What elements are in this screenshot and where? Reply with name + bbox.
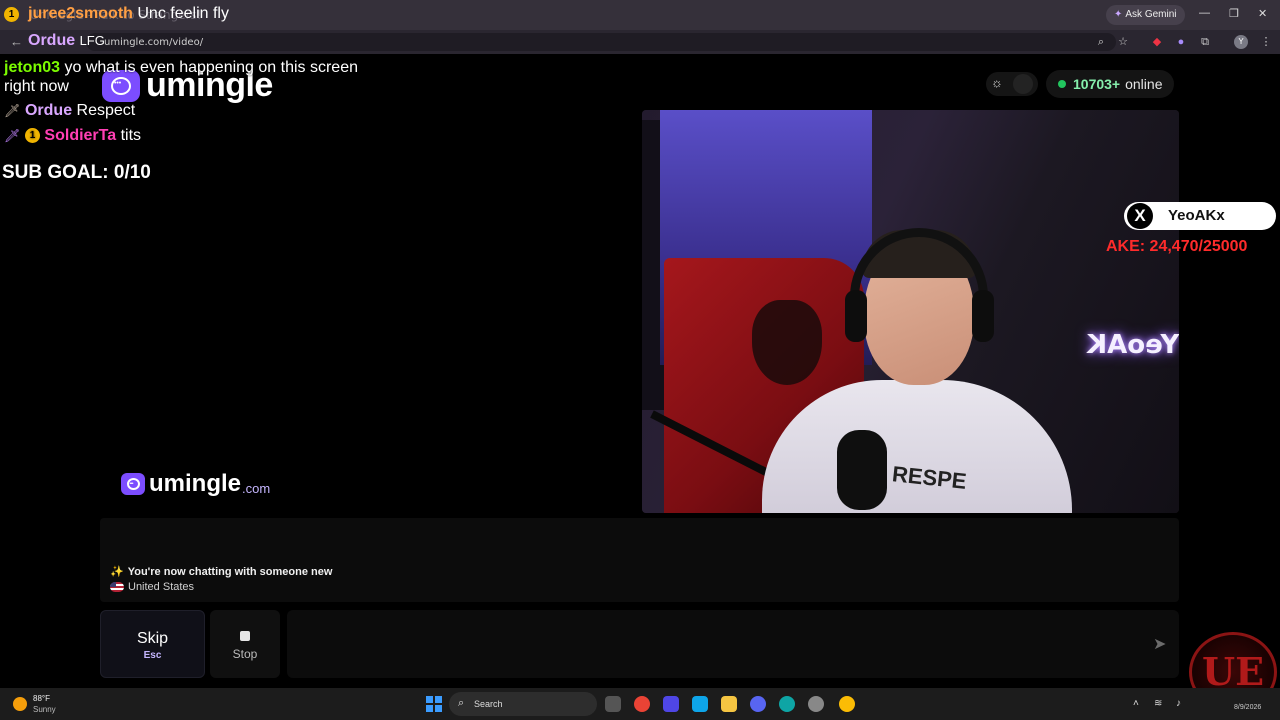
online-status-dot xyxy=(1058,80,1066,88)
wifi-icon[interactable]: ≋ xyxy=(1154,698,1162,709)
sub-goal: SUB GOAL: 0/10 xyxy=(2,162,151,183)
chat-message: tits xyxy=(120,127,142,144)
chat-username: Ordue xyxy=(28,32,76,49)
chrome-active-icon[interactable] xyxy=(839,696,855,712)
file-explorer-icon[interactable] xyxy=(721,696,737,712)
brand-name: umingle xyxy=(149,470,242,497)
zoom-icon[interactable]: ⌕ xyxy=(1093,34,1109,50)
chat-line: jeton03 yo what is even happening on thi… xyxy=(4,58,358,77)
stop-label: Stop xyxy=(232,647,258,661)
windows-start-icon[interactable] xyxy=(426,696,442,712)
site-logo-watermark: umingle .com xyxy=(121,470,270,498)
mic-icon[interactable]: ♪ xyxy=(1176,698,1181,709)
toggle-knob xyxy=(1013,74,1033,94)
skip-shortcut: Esc xyxy=(143,650,162,661)
skip-label: Skip xyxy=(136,630,169,647)
chat-username: SoldierTa xyxy=(44,127,117,144)
task-view-icon[interactable] xyxy=(605,696,621,712)
stop-button[interactable]: Stop xyxy=(210,610,280,678)
taskbar-search[interactable] xyxy=(449,692,597,716)
ask-gemini-label: Ask Gemini xyxy=(1125,9,1177,20)
obs-icon[interactable] xyxy=(808,696,824,712)
sword-badge-icon: 🗡 xyxy=(4,128,21,144)
search-icon: ⌕ xyxy=(458,697,465,709)
x-handle: YeoAKx xyxy=(1168,207,1225,224)
headphone-cup xyxy=(845,290,867,342)
system-message-text: You're now chatting with someone new xyxy=(127,566,333,578)
sub-badge-icon: 1 xyxy=(24,128,40,144)
chat-line: right now xyxy=(4,77,69,96)
chat-username: Ordue xyxy=(24,102,73,119)
brand-tld: .com xyxy=(242,480,271,496)
send-icon[interactable]: ➤ xyxy=(1153,634,1166,654)
url-text[interactable]: umingle.com/video/ xyxy=(104,37,203,48)
extension-icon[interactable]: ● xyxy=(1173,34,1189,50)
stranger-video: YeoAK RESPE xyxy=(642,110,1179,513)
profile-avatar[interactable]: Y xyxy=(1234,35,1248,49)
online-label: online xyxy=(1125,76,1163,92)
ask-gemini-button[interactable]: ✦ Ask Gemini xyxy=(1106,5,1185,25)
chat-bubble-icon xyxy=(121,473,145,495)
headphone-cup xyxy=(972,290,994,342)
skip-button[interactable]: Skip Esc xyxy=(100,610,205,678)
chat-log xyxy=(100,518,1179,602)
us-flag-icon xyxy=(110,582,124,592)
sun-weather-icon[interactable] xyxy=(13,697,27,711)
url-field[interactable] xyxy=(86,33,1116,51)
maximize-icon[interactable]: ❐ xyxy=(1229,7,1239,20)
sub-badge-icon: 1 xyxy=(4,7,19,22)
chat-message: LFG xyxy=(79,33,105,48)
discord-icon[interactable] xyxy=(750,696,766,712)
country-label: United States xyxy=(128,581,195,593)
neon-sign: YeoAK xyxy=(1087,330,1179,360)
stream-chat-line-top: juree2smooth Unc feelin fly xyxy=(28,5,229,23)
sparkle-icon: ✨ xyxy=(110,566,124,578)
gemini-spark-icon: ✦ xyxy=(1114,9,1123,20)
online-counter: 10703+ online xyxy=(1046,70,1175,98)
chrome-icon[interactable] xyxy=(634,696,650,712)
chat-message: yo what is even happening on this screen xyxy=(64,59,358,76)
copilot-icon[interactable] xyxy=(663,696,679,712)
message-input[interactable] xyxy=(287,610,1179,678)
system-message: ✨ You're now chatting with someone new xyxy=(110,565,332,578)
sword-badge-icon: 🗡 xyxy=(4,103,21,119)
bookmark-star-icon[interactable]: ☆ xyxy=(1115,34,1131,50)
close-icon[interactable]: ✕ xyxy=(1258,7,1267,20)
weather-desc[interactable]: Sunny xyxy=(33,705,56,714)
more-menu-icon[interactable]: ⋮ xyxy=(1258,34,1274,50)
online-count: 10703+ xyxy=(1073,76,1121,92)
search-label: Search xyxy=(474,699,503,709)
chat-username: jeton03 xyxy=(4,59,61,76)
stranger-country: United States xyxy=(110,581,194,593)
chat-message: Unc feelin fly xyxy=(137,5,229,22)
weather-temp[interactable]: 88°F xyxy=(33,694,50,703)
edge-icon[interactable] xyxy=(779,696,795,712)
x-logo-icon: X xyxy=(1127,203,1153,229)
microphone xyxy=(837,430,887,510)
flag-eagle xyxy=(752,300,822,385)
chat-line: 🗡 1 SoldierTa tits xyxy=(4,126,141,145)
minimize-icon[interactable]: — xyxy=(1199,7,1210,19)
chat-message: right now xyxy=(4,78,69,95)
back-arrow-icon[interactable]: ← xyxy=(10,34,23,49)
taskbar-date[interactable]: 8/9/2026 xyxy=(1234,704,1261,711)
sub-progress: AKE: 24,470/25000 xyxy=(1106,238,1248,255)
chat-username: juree2smooth xyxy=(28,5,133,22)
sun-icon: ☼ xyxy=(991,75,1003,90)
extension-icon[interactable]: ◆ xyxy=(1149,34,1165,50)
store-icon[interactable] xyxy=(692,696,708,712)
stop-icon xyxy=(240,631,250,641)
chat-line: 🗡 Ordue Respect xyxy=(4,101,135,120)
chat-message: Respect xyxy=(76,102,136,119)
tray-chevron-icon[interactable]: ˄ xyxy=(1133,698,1139,709)
stream-chat-line-order: Ordue LFG xyxy=(28,32,105,50)
extensions-puzzle-icon[interactable]: ⧉ xyxy=(1197,34,1213,50)
